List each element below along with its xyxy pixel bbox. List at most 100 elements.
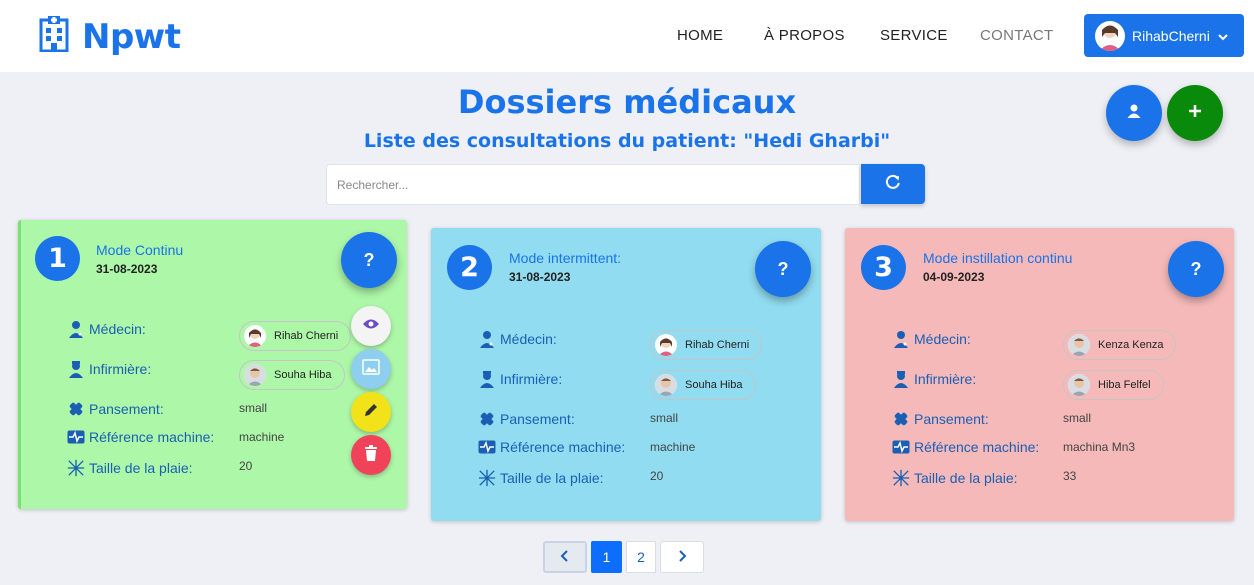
consultation-card: 2 Mode intermittent: 31-08-2023 ? Médeci… — [431, 228, 821, 521]
wound-icon — [478, 468, 496, 488]
infirmiere-chip[interactable]: Souha Hiba — [239, 360, 345, 390]
card-date: 04-09-2023 — [923, 270, 985, 284]
eye-icon — [362, 317, 380, 335]
doctor-icon — [892, 330, 910, 348]
card-number: 2 — [447, 245, 492, 290]
nurse-icon — [478, 370, 496, 388]
infirmiere-chip[interactable]: Hiba Felfel — [1063, 370, 1164, 400]
taille-label: Taille de la plaie: — [67, 458, 193, 478]
help-button[interactable]: ? — [1168, 241, 1224, 297]
infirmiere-chip[interactable]: Souha Hiba — [650, 370, 756, 400]
medecin-chip[interactable]: Rihab Cherni — [650, 330, 763, 360]
page-title: Dossiers médicaux — [457, 83, 797, 121]
infirmiere-label: Infirmière: — [478, 370, 562, 388]
consultation-card: 3 Mode instillation continu 04-09-2023 ?… — [845, 228, 1234, 521]
avatar — [1068, 334, 1090, 356]
user-menu-button[interactable]: RihabCherni — [1084, 14, 1244, 57]
doctor-icon — [478, 330, 496, 348]
help-button[interactable]: ? — [755, 241, 811, 297]
heartbeat-icon — [478, 440, 496, 454]
brand-logo[interactable]: Npwt — [38, 16, 181, 57]
reference-value: machine — [650, 440, 696, 454]
bandage-icon — [478, 410, 496, 428]
wound-icon — [67, 458, 85, 478]
medecin-label: Médecin: — [67, 320, 146, 338]
avatar — [655, 374, 677, 396]
avatar — [1095, 20, 1125, 51]
trash-icon — [364, 444, 378, 466]
nav-about[interactable]: À PROPOS — [764, 27, 845, 44]
user-name: RihabCherni — [1132, 27, 1210, 44]
brand-name: Npwt — [82, 16, 181, 57]
card-number: 3 — [861, 245, 906, 290]
gallery-button[interactable] — [351, 349, 391, 389]
page-1-button[interactable]: 1 — [591, 541, 622, 573]
next-page-button[interactable] — [660, 541, 704, 573]
view-button[interactable] — [351, 306, 391, 346]
bandage-icon — [67, 400, 85, 418]
user-icon — [1126, 103, 1142, 124]
medecin-chip[interactable]: Rihab Cherni — [239, 321, 352, 351]
heartbeat-icon — [67, 430, 85, 444]
medecin-chip[interactable]: Kenza Kenza — [1063, 330, 1177, 360]
nav-home[interactable]: HOME — [677, 27, 723, 44]
infirmiere-label: Infirmière: — [892, 370, 976, 388]
delete-button[interactable] — [351, 435, 391, 475]
prev-page-button[interactable] — [543, 541, 587, 573]
taille-label: Taille de la plaie: — [892, 468, 1018, 488]
avatar — [244, 325, 266, 347]
image-icon — [362, 358, 380, 380]
avatar — [1068, 374, 1090, 396]
reference-value: machina Mn3 — [1063, 440, 1136, 454]
pansement-label: Pansement: — [892, 410, 989, 428]
medecin-label: Médecin: — [892, 330, 971, 348]
card-number: 1 — [35, 236, 80, 281]
heartbeat-icon — [892, 440, 910, 454]
card-date: 31-08-2023 — [509, 270, 571, 284]
taille-value: 33 — [1063, 469, 1077, 483]
nurse-icon — [67, 360, 85, 378]
pansement-label: Pansement: — [67, 400, 164, 418]
reference-label: Référence machine: — [67, 429, 214, 445]
taille-value: 20 — [239, 459, 253, 473]
bandage-icon — [892, 410, 910, 428]
reference-label: Référence machine: — [892, 439, 1039, 455]
page-subtitle: Liste des consultations du patient: "Hed… — [363, 130, 891, 152]
refresh-button[interactable] — [861, 164, 925, 204]
chevron-down-icon — [1218, 28, 1228, 44]
card-mode: Mode intermittent: — [509, 250, 622, 266]
reference-label: Référence machine: — [478, 439, 625, 455]
wound-icon — [892, 468, 910, 488]
refresh-icon — [884, 173, 902, 196]
medecin-label: Médecin: — [478, 330, 557, 348]
card-date: 31-08-2023 — [96, 262, 158, 276]
nav-contact[interactable]: CONTACT — [980, 27, 1053, 44]
navbar: Npwt HOME À PROPOS SERVICE CONTACT Rihab… — [0, 0, 1254, 72]
pansement-value: small — [239, 401, 268, 415]
pansement-value: small — [1063, 411, 1092, 425]
pansement-label: Pansement: — [478, 410, 575, 428]
taille-label: Taille de la plaie: — [478, 468, 604, 488]
chevron-right-icon — [677, 549, 687, 565]
nav-service[interactable]: SERVICE — [880, 27, 948, 44]
page-2-button[interactable]: 2 — [626, 541, 656, 573]
search-input[interactable] — [326, 164, 860, 205]
help-button[interactable]: ? — [341, 232, 397, 288]
pansement-value: small — [650, 411, 679, 425]
infirmiere-label: Infirmière: — [67, 360, 151, 378]
avatar — [244, 364, 266, 386]
hospital-icon — [38, 16, 70, 57]
taille-value: 20 — [650, 469, 664, 483]
card-mode: Mode Continu — [96, 242, 184, 258]
patient-profile-button[interactable] — [1106, 85, 1162, 141]
doctor-icon — [67, 320, 85, 338]
chevron-left-icon — [560, 549, 570, 565]
card-mode: Mode instillation continu — [923, 250, 1073, 266]
add-consultation-button[interactable] — [1167, 85, 1223, 141]
avatar — [655, 334, 677, 356]
nurse-icon — [892, 370, 910, 388]
edit-button[interactable] — [351, 392, 391, 432]
plus-icon — [1188, 104, 1202, 123]
reference-value: machine — [239, 430, 285, 444]
consultation-card: 1 Mode Continu 31-08-2023 ? Médecin: Rih… — [18, 220, 407, 509]
